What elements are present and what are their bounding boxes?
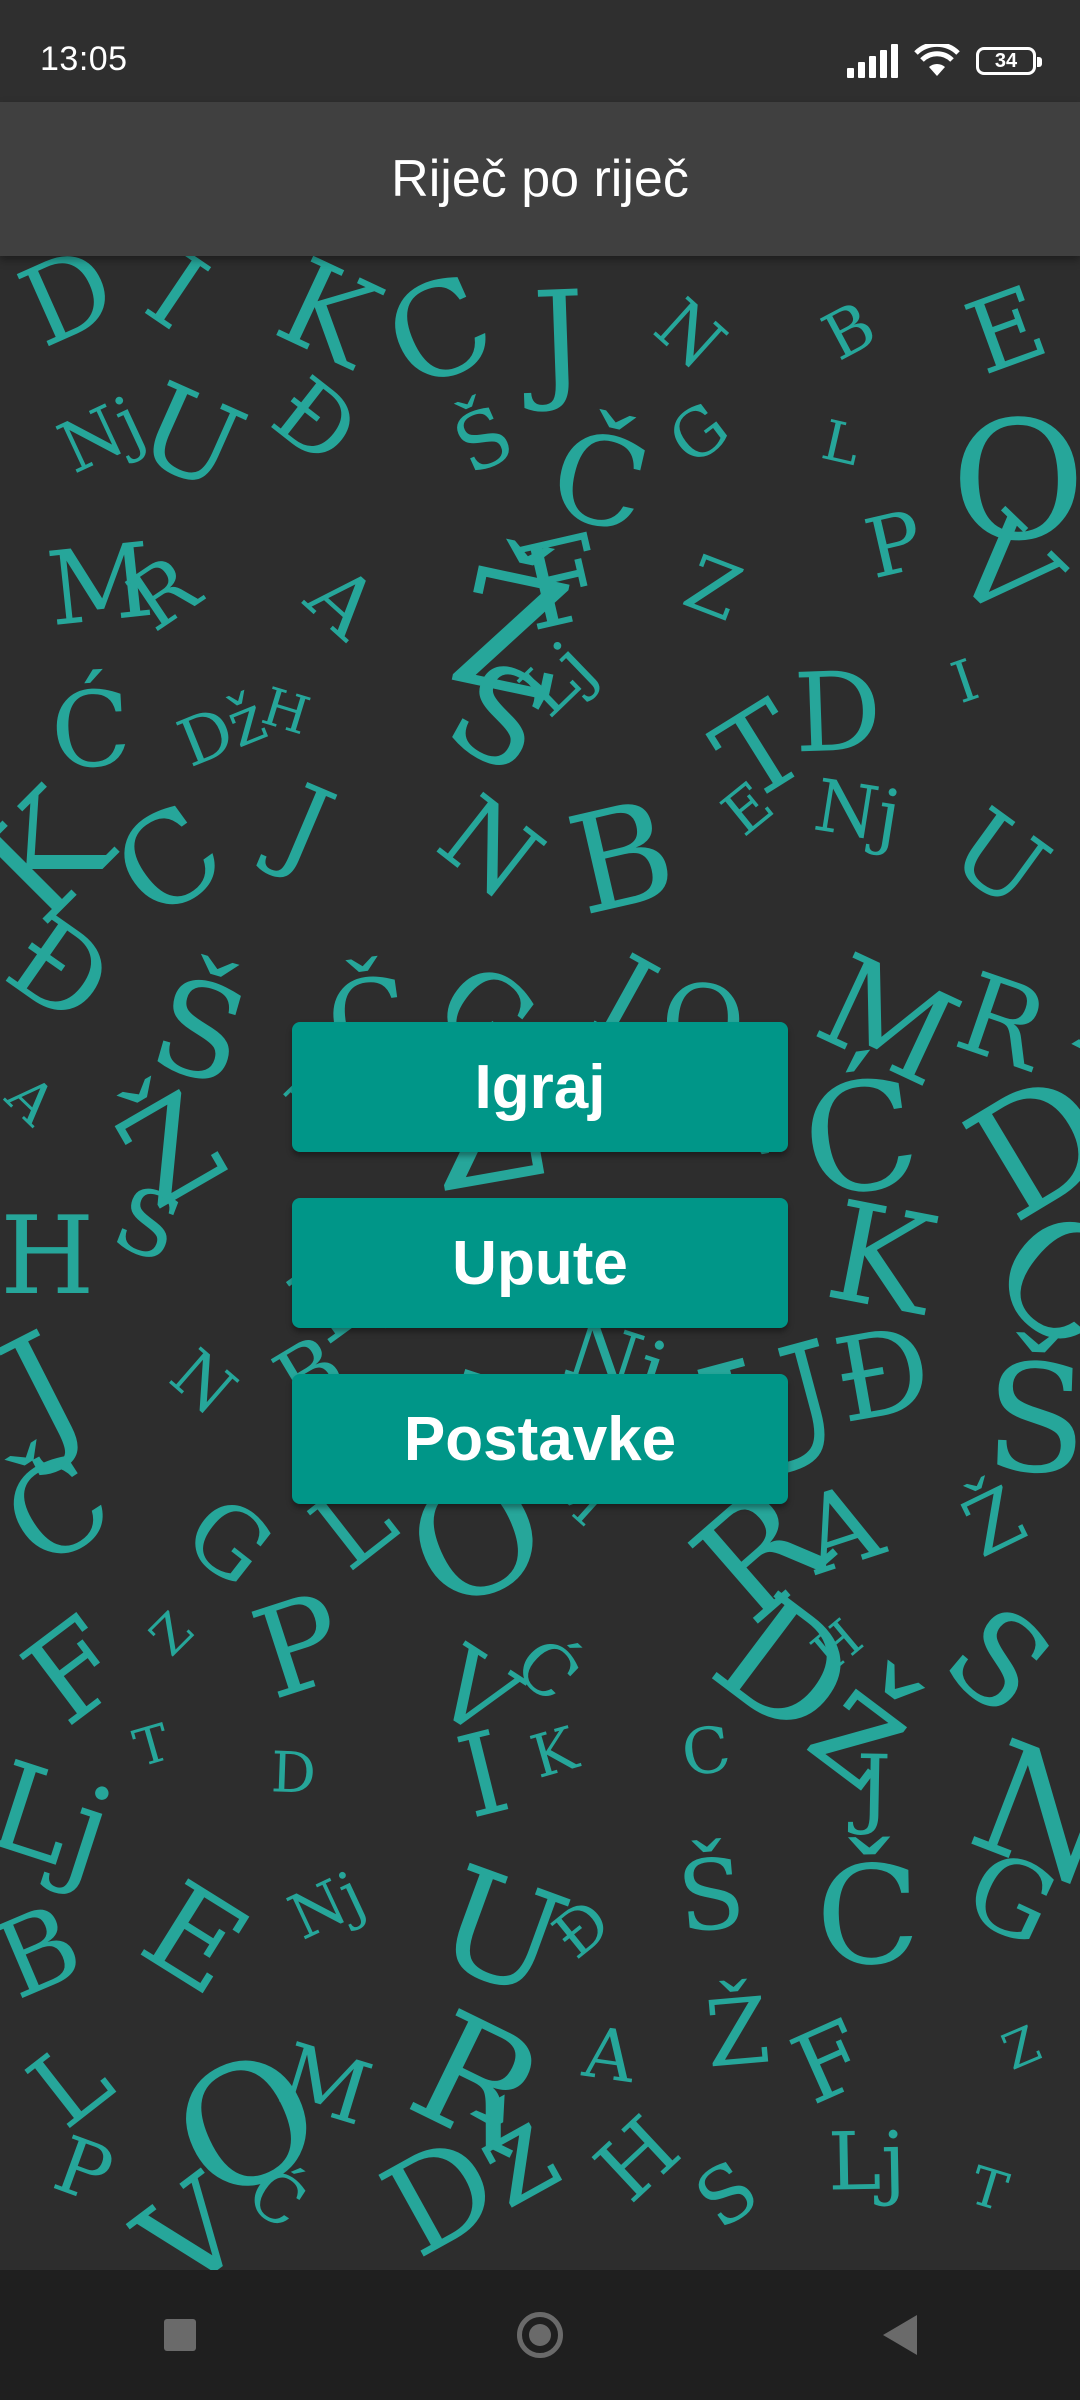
background-letter: T (127, 1713, 177, 1780)
main-menu: Igraj Upute Postavke (292, 1022, 788, 1504)
background-letter: Lj (827, 2114, 908, 2209)
wifi-icon (914, 44, 960, 78)
background-letter: C (676, 1711, 735, 1791)
signal-icon (847, 44, 898, 78)
instructions-button[interactable]: Upute (292, 1198, 788, 1328)
battery-icon: 34 (976, 47, 1042, 75)
background-letter: Č (814, 1837, 922, 1998)
background-letter: J (530, 261, 588, 416)
background-letter: Nj (278, 1857, 376, 1955)
status-icons: 34 (847, 44, 1042, 78)
home-icon (517, 2312, 563, 2358)
background-letter: P (237, 1565, 362, 1728)
background-letter: D (269, 1740, 317, 1808)
background-letter: Ž (701, 1978, 774, 2089)
background-letter: E (118, 1855, 271, 2025)
background-letter: A (579, 2010, 641, 2100)
background-letter: B (0, 1880, 99, 2023)
back-button[interactable] (850, 2285, 950, 2385)
back-icon (883, 2315, 917, 2355)
background-letter: S (100, 1164, 195, 1284)
status-bar: 13:05 34 (0, 0, 1080, 102)
background-letter: B (555, 770, 689, 948)
background-letter: F (777, 1999, 883, 2128)
background-letter: A (288, 547, 396, 658)
background-letter: D (792, 647, 884, 778)
background-letter: S (680, 2143, 775, 2247)
status-time: 13:05 (40, 40, 128, 78)
background-letter: Š (440, 388, 527, 493)
background-letter: N (155, 1334, 250, 1431)
background-letter: J (261, 761, 350, 893)
background-letter: Z (994, 2014, 1049, 2082)
background-letter: H (577, 2097, 699, 2221)
background-letter: Z (139, 1601, 205, 1668)
background-letter: Đ (824, 1301, 941, 1451)
background-letter: Š (673, 1836, 750, 1955)
background-letter: Đ (253, 356, 378, 487)
background-letter: P (857, 493, 933, 599)
background-letter: C (364, 256, 516, 421)
background-letter: Ć (47, 667, 134, 794)
background-letter: Đ (0, 891, 136, 1052)
background-letter: F (0, 1590, 150, 1752)
background-letter: L (816, 407, 867, 479)
background-letter: S (918, 1578, 1078, 1745)
background-letter: I (943, 647, 987, 718)
background-letter: H (254, 676, 316, 748)
home-button[interactable] (490, 2285, 590, 2385)
main-content: D I K C J N B E Nj U Đ Š Č G L O M R A Ž F Z P V Ć Dž H S Lj T D I K C J N B… (0, 256, 1080, 2270)
background-letter: Č (0, 1426, 137, 1598)
background-letter: M (268, 2024, 383, 2146)
background-letter: L (7, 2015, 133, 2151)
battery-level: 34 (994, 50, 1018, 72)
background-letter: Nj (808, 762, 906, 860)
background-letter: A (0, 1063, 68, 1139)
background-letter: Lj (0, 1733, 129, 1905)
background-letter: T (962, 2155, 1015, 2224)
background-letter: I (445, 1705, 522, 1845)
background-letter: P (43, 2119, 124, 2223)
background-letter: U (118, 356, 262, 519)
background-letter: D (3, 256, 134, 373)
background-letter: B (811, 288, 888, 376)
background-letter: U (929, 786, 1069, 934)
recent-apps-icon (164, 2319, 196, 2351)
background-letter: Z (673, 537, 754, 639)
background-letter: G (654, 386, 744, 480)
background-letter: Ć (499, 1622, 595, 1719)
system-nav-bar (0, 2270, 1080, 2400)
background-letter: K (522, 1713, 585, 1792)
background-letter: H (0, 1193, 95, 1319)
app-title: Riječ po riječ (391, 150, 689, 208)
play-button[interactable]: Igraj (292, 1022, 788, 1152)
background-letter: C (88, 776, 251, 949)
recent-apps-button[interactable] (130, 2285, 230, 2385)
settings-button[interactable]: Postavke (292, 1374, 788, 1504)
background-letter: J (855, 1735, 892, 1839)
background-letter: N (416, 771, 564, 924)
app-bar: Riječ po riječ (0, 102, 1080, 256)
background-letter: I (126, 256, 228, 354)
background-letter: Dž (359, 2074, 581, 2270)
background-letter: N (639, 282, 741, 387)
background-letter: E (951, 263, 1061, 399)
